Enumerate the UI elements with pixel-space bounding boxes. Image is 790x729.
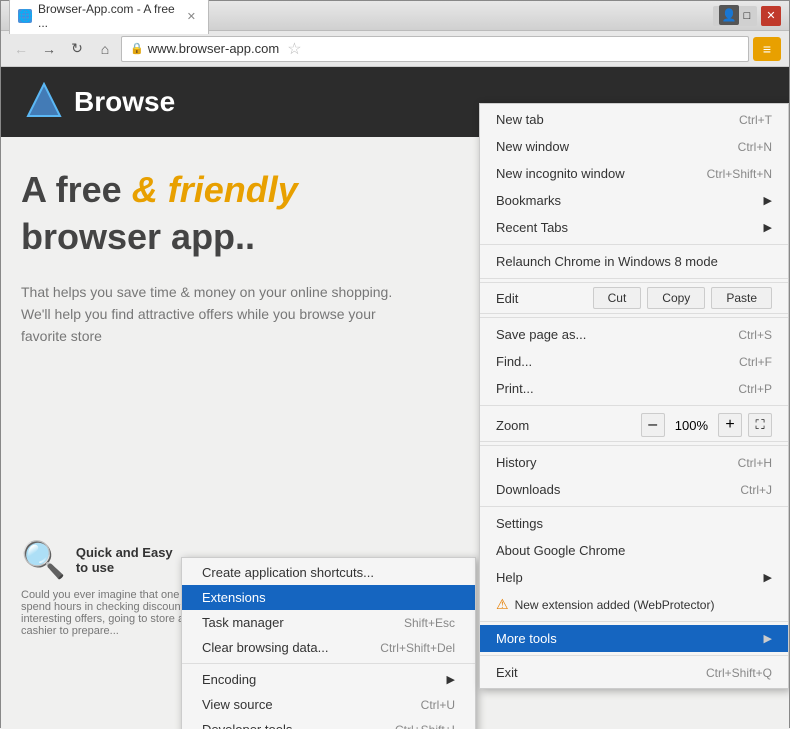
browser-content: Browse 747 A free & friendly browser app… [1, 67, 789, 729]
developer-tools-item[interactable]: Developer tools Ctrl+Shift+I [182, 717, 475, 729]
new-tab-item[interactable]: New tab Ctrl+T [480, 106, 788, 133]
task-manager-item[interactable]: Task manager Shift+Esc [182, 610, 475, 635]
more-tools-submenu: Create application shortcuts... Extensio… [181, 557, 476, 729]
bookmark-star-icon[interactable]: ☆ [287, 39, 301, 59]
copy-button[interactable]: Copy [647, 287, 705, 309]
tab-favicon: 🌐 [18, 9, 32, 23]
edit-row: Edit Cut Copy Paste [480, 282, 788, 314]
sep1 [480, 244, 788, 245]
zoom-minus-button[interactable]: – [641, 413, 665, 437]
edit-label: Edit [496, 291, 587, 306]
address-text: www.browser-app.com [148, 41, 280, 56]
user-icon[interactable]: 👤 [719, 5, 739, 25]
address-lock-icon: 🔒 [130, 42, 144, 55]
more-tools-item[interactable]: More tools ▶ [480, 625, 788, 652]
sep3 [480, 317, 788, 318]
extension-warning[interactable]: ⚠ New extension added (WebProtector) [480, 591, 788, 618]
zoom-label: Zoom [496, 418, 641, 433]
new-incognito-item[interactable]: New incognito window Ctrl+Shift+N [480, 160, 788, 187]
sep6 [480, 506, 788, 507]
tab-title: Browser-App.com - A free ... [38, 2, 179, 30]
forward-button[interactable]: → [37, 37, 61, 61]
sep2 [480, 278, 788, 279]
sep4 [480, 405, 788, 406]
context-menu-overlay: Create application shortcuts... Extensio… [1, 67, 789, 729]
new-window-item[interactable]: New window Ctrl+N [480, 133, 788, 160]
relaunch-item[interactable]: Relaunch Chrome in Windows 8 mode [480, 248, 788, 275]
clear-browsing-item[interactable]: Clear browsing data... Ctrl+Shift+Del [182, 635, 475, 660]
encoding-item[interactable]: Encoding ▶ [182, 667, 475, 692]
extensions-item[interactable]: Extensions [182, 585, 475, 610]
browser-tab[interactable]: 🌐 Browser-App.com - A free ... ✕ [9, 0, 209, 34]
create-shortcuts-item[interactable]: Create application shortcuts... [182, 560, 475, 585]
navigation-bar: ← → ↻ ⌂ 🔒 www.browser-app.com ☆ ≡ [1, 31, 789, 67]
back-button[interactable]: ← [9, 37, 33, 61]
submenu-separator [182, 663, 475, 664]
recent-tabs-item[interactable]: Recent Tabs ▶ [480, 214, 788, 241]
chrome-menu: New tab Ctrl+T New window Ctrl+N New inc… [479, 103, 789, 689]
chrome-menu-button[interactable]: ≡ [753, 37, 781, 61]
history-item[interactable]: History Ctrl+H [480, 449, 788, 476]
bookmarks-item[interactable]: Bookmarks ▶ [480, 187, 788, 214]
settings-item[interactable]: Settings [480, 510, 788, 537]
help-item[interactable]: Help ▶ [480, 564, 788, 591]
reload-button[interactable]: ↻ [65, 37, 89, 61]
downloads-item[interactable]: Downloads Ctrl+J [480, 476, 788, 503]
home-button[interactable]: ⌂ [93, 37, 117, 61]
title-bar: 👤 🌐 Browser-App.com - A free ... ✕ – □ ✕ [1, 1, 789, 31]
print-item[interactable]: Print... Ctrl+P [480, 375, 788, 402]
zoom-fullscreen-button[interactable]: ⛶ [748, 413, 772, 437]
sep8 [480, 655, 788, 656]
view-source-item[interactable]: View source Ctrl+U [182, 692, 475, 717]
sep5 [480, 445, 788, 446]
warning-icon: ⚠ [496, 596, 509, 613]
cut-button[interactable]: Cut [593, 287, 642, 309]
sep7 [480, 621, 788, 622]
close-button[interactable]: ✕ [761, 6, 781, 26]
about-chrome-item[interactable]: About Google Chrome [480, 537, 788, 564]
maximize-button[interactable]: □ [737, 6, 757, 26]
paste-button[interactable]: Paste [711, 287, 772, 309]
zoom-percent: 100% [665, 418, 718, 433]
address-bar[interactable]: 🔒 www.browser-app.com ☆ [121, 36, 749, 62]
tab-close-button[interactable]: ✕ [187, 10, 196, 23]
exit-item[interactable]: Exit Ctrl+Shift+Q [480, 659, 788, 686]
window-frame: 👤 🌐 Browser-App.com - A free ... ✕ – □ ✕… [0, 0, 790, 728]
find-item[interactable]: Find... Ctrl+F [480, 348, 788, 375]
zoom-row: Zoom – 100% + ⛶ [480, 409, 788, 442]
save-page-item[interactable]: Save page as... Ctrl+S [480, 321, 788, 348]
zoom-plus-button[interactable]: + [718, 413, 742, 437]
